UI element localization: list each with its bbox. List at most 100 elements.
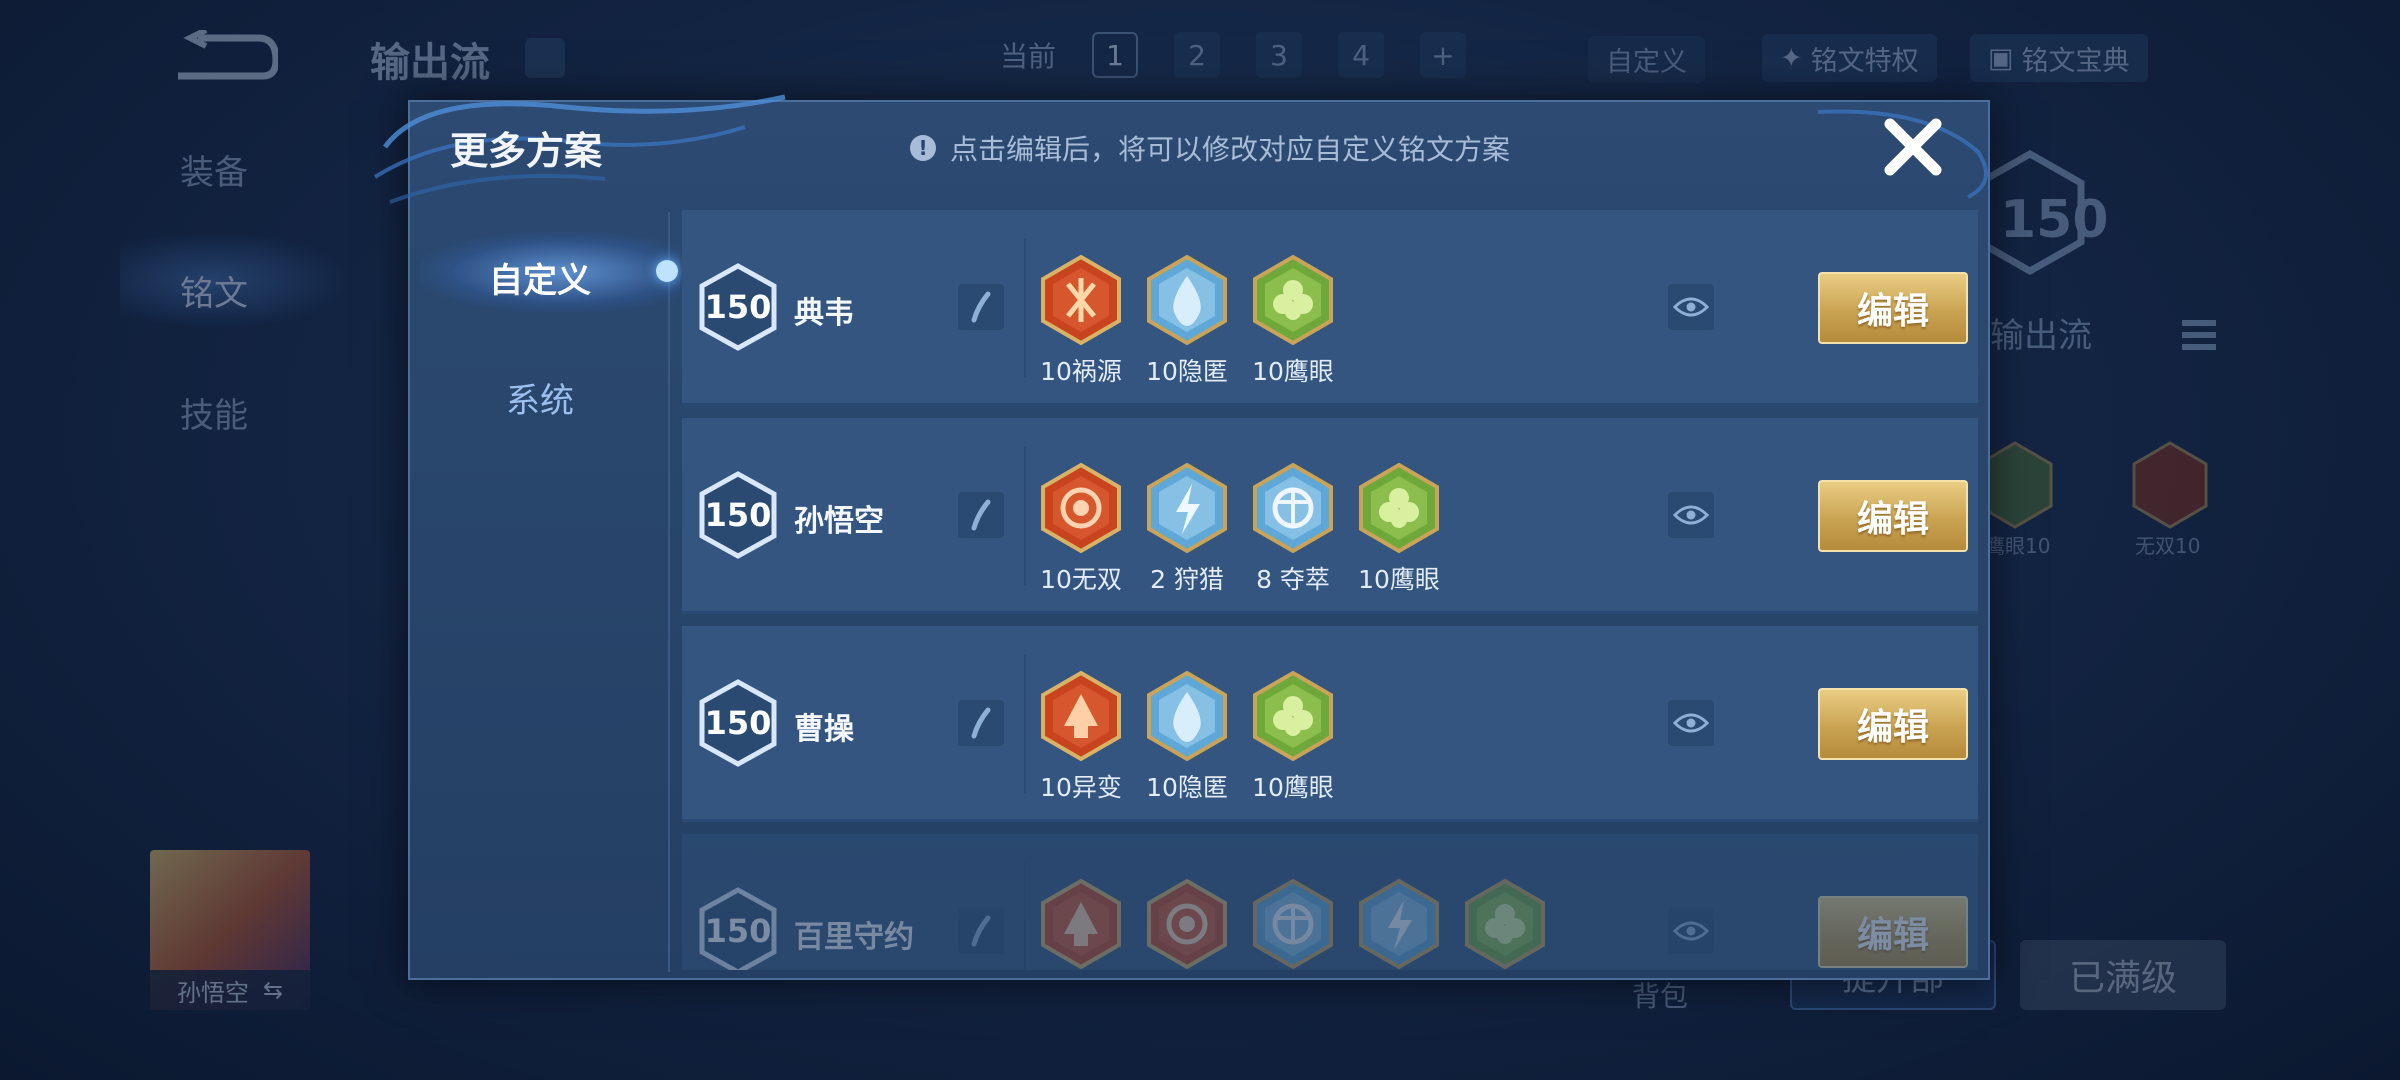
- eye-icon: [1673, 297, 1709, 317]
- plan-tab-add[interactable]: +: [1420, 32, 1467, 78]
- preview-button[interactable]: [1668, 284, 1714, 330]
- rune-slot[interactable]: 10无双: [1040, 462, 1122, 596]
- rune-slot[interactable]: [1358, 878, 1440, 970]
- clover-rune-icon: [1465, 878, 1545, 970]
- tab-system[interactable]: 系统: [410, 352, 670, 442]
- back-arrow-icon[interactable]: [168, 30, 278, 82]
- rune-list: [1040, 878, 1546, 970]
- plan-name: 曹操: [794, 712, 854, 747]
- background-level: 150: [2000, 190, 2109, 250]
- rune-slot[interactable]: [1040, 878, 1122, 970]
- rune-list: 10无双 2 狩猎 8 夺萃 10鹰眼: [1040, 462, 1440, 596]
- clover-rune-icon: [1253, 254, 1333, 346]
- rune-codex-label: 铭文宝典: [2021, 45, 2130, 77]
- rune-list: 10异变 10隐匿 10鹰眼: [1040, 670, 1334, 804]
- rune-slot[interactable]: 10隐匿: [1146, 254, 1228, 388]
- bag-label[interactable]: 背包: [1632, 975, 1688, 1015]
- plan-tab-3[interactable]: 3: [1256, 32, 1303, 78]
- plan-row: 150 百里守约 编辑: [682, 834, 1978, 970]
- preview-button[interactable]: [1668, 492, 1714, 538]
- rune-slot[interactable]: 10鹰眼: [1358, 462, 1440, 596]
- side-item-skills[interactable]: 技能: [180, 388, 248, 437]
- rune-slot[interactable]: 10异变: [1040, 670, 1122, 804]
- plan-level: 150: [704, 912, 772, 950]
- background-plan-name: 输出流: [1990, 316, 2092, 356]
- rune-slot[interactable]: [1146, 878, 1228, 970]
- spiral-rune-icon: [1147, 878, 1227, 970]
- background-rune-label-2: 无双10: [2135, 534, 2201, 558]
- rune-slot[interactable]: 10鹰眼: [1252, 254, 1334, 388]
- pen-icon: [971, 499, 991, 531]
- rune-label: 10异变: [1040, 773, 1122, 802]
- close-icon[interactable]: [1880, 114, 1946, 180]
- side-item-runes[interactable]: 铭文: [180, 266, 248, 315]
- modal-header: 更多方案 ! 点击编辑后，将可以修改对应自定义铭文方案: [373, 94, 1988, 204]
- droplet-rune-icon: [1147, 670, 1227, 762]
- grid-icon[interactable]: [525, 38, 565, 78]
- clover-rune-icon: [1359, 462, 1439, 554]
- plan-list: 150 典韦 10祸源 10隐匿 10鹰眼 编辑 150 孙悟空 10无双 2 …: [682, 210, 1978, 970]
- rune-label: 8 夺萃: [1256, 565, 1330, 594]
- edit-button[interactable]: 编辑: [1818, 896, 1968, 968]
- codex-icon: ▣: [1988, 42, 2014, 74]
- rune-privilege-button[interactable]: ✦ 铭文特权: [1762, 34, 1937, 82]
- rename-button[interactable]: [958, 284, 1004, 330]
- rename-button[interactable]: [958, 908, 1004, 954]
- rune-slot[interactable]: 10祸源: [1040, 254, 1122, 388]
- rune-slot[interactable]: 10隐匿: [1146, 670, 1228, 804]
- background-plan-title: 输出流: [370, 40, 490, 86]
- custom-button[interactable]: 自定义: [1588, 36, 1705, 83]
- hero-switch[interactable]: 孙悟空 ⇆: [150, 970, 310, 1010]
- info-icon: !: [910, 135, 936, 161]
- plan-row: 150 孙悟空 10无双 2 狩猎 8 夺萃 10鹰眼 编辑: [682, 418, 1978, 614]
- edit-button[interactable]: 编辑: [1818, 688, 1968, 760]
- rune-slot[interactable]: 2 狩猎: [1146, 462, 1228, 596]
- plan-level: 150: [704, 288, 772, 326]
- preview-button[interactable]: [1668, 700, 1714, 746]
- side-item-equipment[interactable]: 装备: [180, 145, 248, 194]
- row-divider: [1024, 446, 1026, 586]
- plan-name: 典韦: [794, 296, 854, 331]
- modal-tip: ! 点击编辑后，将可以修改对应自定义铭文方案: [910, 128, 1510, 168]
- modal-title: 更多方案: [450, 129, 603, 173]
- more-plans-modal: 更多方案 ! 点击编辑后，将可以修改对应自定义铭文方案 自定义 系统 150 典…: [373, 94, 1990, 980]
- eye-icon: [1673, 713, 1709, 733]
- swap-icon: ⇆: [262, 976, 284, 1004]
- background-rune-label-1: 鹰眼10: [1985, 534, 2051, 558]
- rune-label: 2 狩猎: [1150, 565, 1224, 594]
- menu-icon[interactable]: [2182, 318, 2216, 358]
- lightning-rune-icon: [1147, 462, 1227, 554]
- rune-label: 10鹰眼: [1358, 565, 1440, 594]
- plan-row: 150 典韦 10祸源 10隐匿 10鹰眼 编辑: [682, 210, 1978, 406]
- plan-tab-1[interactable]: 1: [1092, 32, 1139, 78]
- rune-codex-button[interactable]: ▣ 铭文宝典: [1970, 34, 2148, 82]
- unmatched-rune-icon: [2132, 441, 2208, 529]
- pen-icon: [971, 707, 991, 739]
- rename-button[interactable]: [958, 492, 1004, 538]
- edit-button[interactable]: 编辑: [1818, 272, 1968, 344]
- rune-slot[interactable]: 10鹰眼: [1252, 670, 1334, 804]
- spiral-rune-icon: [1041, 462, 1121, 554]
- row-divider: [1024, 654, 1026, 794]
- tab-custom[interactable]: 自定义: [410, 232, 670, 322]
- edit-button[interactable]: 编辑: [1818, 480, 1968, 552]
- plan-level: 150: [704, 704, 772, 742]
- tip-text: 点击编辑后，将可以修改对应自定义铭文方案: [950, 133, 1511, 166]
- knot-rune-icon: [1253, 878, 1333, 970]
- eye-icon: [1673, 921, 1709, 941]
- row-divider: [1024, 238, 1026, 378]
- rune-label: 10隐匿: [1146, 357, 1228, 386]
- plan-tab-2[interactable]: 2: [1174, 32, 1221, 78]
- plan-name: 百里守约: [794, 920, 914, 955]
- shatter-rune-icon: [1041, 254, 1121, 346]
- plan-name: 孙悟空: [794, 504, 884, 539]
- plan-row: 150 曹操 10异变 10隐匿 10鹰眼 编辑: [682, 626, 1978, 822]
- maxed-button: 已满级: [2020, 940, 2226, 1010]
- rune-slot[interactable]: [1252, 878, 1334, 970]
- rename-button[interactable]: [958, 700, 1004, 746]
- rune-slot[interactable]: [1464, 878, 1546, 970]
- plan-tab-4[interactable]: 4: [1338, 32, 1385, 78]
- rune-list: 10祸源 10隐匿 10鹰眼: [1040, 254, 1334, 388]
- preview-button[interactable]: [1668, 908, 1714, 954]
- rune-slot[interactable]: 8 夺萃: [1252, 462, 1334, 596]
